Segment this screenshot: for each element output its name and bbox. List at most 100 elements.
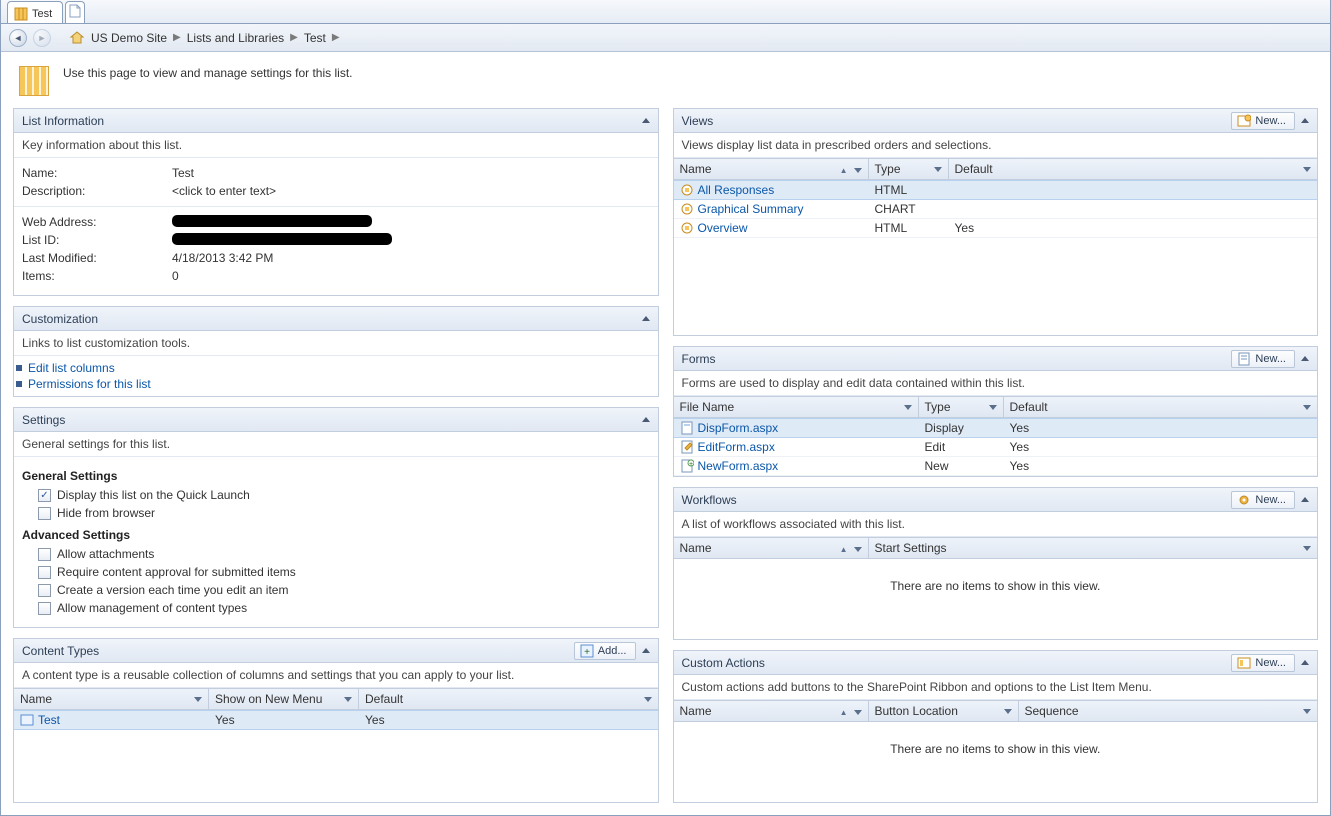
panel-sub: Forms are used to display and edit data … [674,371,1318,396]
panel-title: Settings [22,413,65,427]
crumb-leaf[interactable]: Test [304,31,326,45]
panel-sub: General settings for this list. [14,432,658,457]
cell-show: Yes [209,711,359,729]
tab-test[interactable]: Test [7,1,63,23]
collapse-toggle[interactable] [642,417,650,422]
view-icon [680,183,694,197]
new-form-button[interactable]: New... [1231,350,1295,368]
label-items: Items: [22,269,162,283]
checkbox-approval[interactable] [38,566,51,579]
add-icon: + [580,644,594,658]
checkbox-attachments[interactable] [38,548,51,561]
label-mod: Last Modified: [22,251,162,265]
new-view-button[interactable]: New... [1231,112,1295,130]
cell-name[interactable]: All Responses [698,183,775,197]
table-row[interactable]: Test Yes Yes [14,710,658,730]
cell-name[interactable]: EditForm.aspx [698,440,775,454]
table-row[interactable]: Graphical Summary CHART [674,200,1318,219]
panel-customization: Customization Links to list customizatio… [13,306,659,397]
label-lid: List ID: [22,233,162,247]
cell-name[interactable]: Graphical Summary [698,202,804,216]
bullet-icon [16,365,22,371]
label-advanced: Advanced Settings [22,528,650,542]
nav-back[interactable]: ◄ [9,29,27,47]
empty-message: There are no items to show in this view. [674,559,1318,613]
checkbox-label: Create a version each time you edit an i… [57,583,288,597]
panel-views: Views New... Views display list data in … [673,108,1319,336]
col-start-settings[interactable]: Start Settings [869,538,1318,558]
crumb-mid[interactable]: Lists and Libraries [187,31,284,45]
col-type[interactable]: Type [919,397,1004,417]
tab-new[interactable] [65,1,85,23]
checkbox-version[interactable] [38,584,51,597]
panel-sub: A content type is a reusable collection … [14,663,658,688]
value-desc[interactable]: <click to enter text> [172,184,276,198]
cell-name[interactable]: DispForm.aspx [698,421,779,435]
collapse-toggle[interactable] [1301,497,1309,502]
col-name[interactable]: Name▲ [674,701,869,721]
collapse-toggle[interactable] [642,648,650,653]
cell-default: Yes [949,219,1318,237]
table-row[interactable]: +NewForm.aspx New Yes [674,457,1318,476]
link-permissions[interactable]: Permissions for this list [28,377,151,391]
view-icon [680,221,694,235]
tab-label: Test [32,8,52,20]
cell-default [949,181,1318,199]
checkbox-hidebrowser[interactable] [38,507,51,520]
collapse-toggle[interactable] [642,316,650,321]
add-content-type-button[interactable]: + Add... [574,642,636,660]
view-icon [680,202,694,216]
nav-forward[interactable]: ► [33,29,51,47]
crumb-site[interactable]: US Demo Site [91,31,167,45]
label-desc: Description: [22,184,162,198]
col-default[interactable]: Default [949,159,1318,179]
home-icon[interactable] [69,30,85,46]
cell-name[interactable]: Test [38,713,60,727]
cell-name[interactable]: NewForm.aspx [698,459,779,473]
value-name[interactable]: Test [172,166,194,180]
col-name[interactable]: Name [14,689,209,709]
collapse-toggle[interactable] [1301,660,1309,665]
cell-type: Edit [919,438,1004,456]
panel-title: Forms [682,352,716,366]
col-filename[interactable]: File Name [674,397,919,417]
col-name[interactable]: Name▲ [674,159,869,179]
panel-title: Views [682,114,714,128]
cell-type: HTML [869,181,949,199]
cell-type: CHART [869,200,949,218]
new-icon [1237,656,1251,670]
chevron-right-icon: ▶ [173,32,181,43]
new-workflow-button[interactable]: New... [1231,491,1295,509]
link-edit-columns[interactable]: Edit list columns [28,361,115,375]
col-sequence[interactable]: Sequence [1019,701,1318,721]
collapse-toggle[interactable] [642,118,650,123]
table-row[interactable]: EditForm.aspx Edit Yes [674,438,1318,457]
checkbox-quicklaunch[interactable]: ✓ [38,489,51,502]
content-type-icon [20,713,34,727]
cell-default: Yes [1004,419,1318,437]
form-new-icon: + [680,459,694,473]
cell-default: Yes [359,711,658,729]
table-row[interactable]: All Responses HTML [674,180,1318,200]
checkbox-contenttypes[interactable] [38,602,51,615]
form-icon [680,421,694,435]
col-default[interactable]: Default [359,689,658,709]
new-custom-action-button[interactable]: New... [1231,654,1295,672]
collapse-toggle[interactable] [1301,118,1309,123]
panel-forms: Forms New... Forms are used to display a… [673,346,1319,477]
panel-title: Workflows [682,493,737,507]
col-type[interactable]: Type [869,159,949,179]
panel-sub: Key information about this list. [14,133,658,158]
panel-title: List Information [22,114,104,128]
col-button-location[interactable]: Button Location [869,701,1019,721]
col-name[interactable]: Name▲ [674,538,869,558]
checkbox-label: Allow attachments [57,547,154,561]
table-row[interactable]: DispForm.aspx Display Yes [674,418,1318,438]
panel-list-information: List Information Key information about t… [13,108,659,296]
col-default[interactable]: Default [1004,397,1318,417]
col-show[interactable]: Show on New Menu [209,689,359,709]
table-row[interactable]: Overview HTML Yes [674,219,1318,238]
breadcrumb-bar: ◄ ► US Demo Site ▶ Lists and Libraries ▶… [1,24,1330,52]
cell-name[interactable]: Overview [698,221,748,235]
collapse-toggle[interactable] [1301,356,1309,361]
